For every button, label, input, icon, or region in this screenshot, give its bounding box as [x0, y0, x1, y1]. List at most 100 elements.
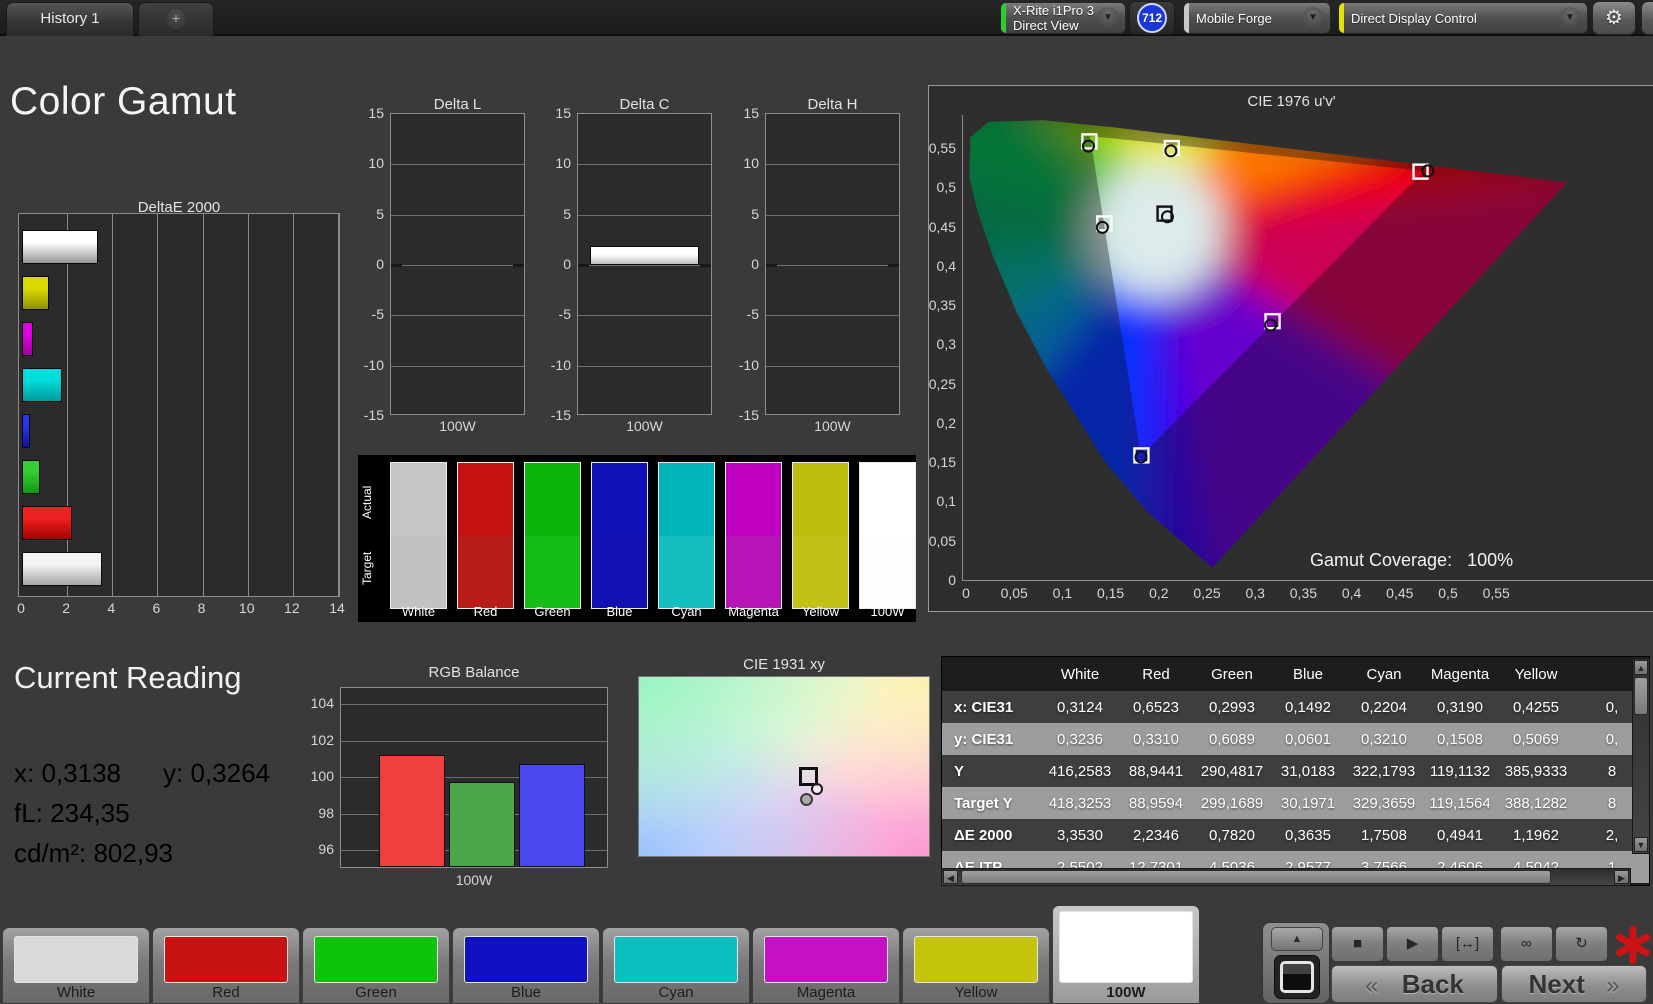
cell: 0,4255 [1498, 691, 1574, 723]
table-vertical-scrollbar[interactable]: ▲ ▼ [1632, 658, 1650, 854]
back-button[interactable]: « Back [1331, 965, 1498, 1003]
zero-mark [700, 264, 711, 267]
source-dropdown[interactable]: Mobile Forge ▼ [1183, 2, 1331, 34]
table-horizontal-scrollbar[interactable]: ◀ ▶ [941, 868, 1631, 886]
cell: 88,9441 [1118, 755, 1194, 787]
pattern-button-100w[interactable]: 100W [1052, 905, 1200, 1004]
display-control-status-stripe [1339, 3, 1344, 33]
scroll-down-icon[interactable]: ▼ [1634, 837, 1648, 852]
display-control-dropdown[interactable]: Direct Display Control ▼ [1338, 2, 1588, 34]
meter-count-badge[interactable]: 712 [1129, 1, 1175, 35]
clipped-toolbar-button[interactable] [1641, 1, 1653, 35]
rgb-bar-red [379, 755, 445, 867]
actual-swatch [592, 463, 647, 536]
tab-history-1[interactable]: History 1 [6, 2, 134, 36]
collapse-deck-button[interactable]: ▲ [1271, 927, 1323, 951]
table-header-red: Red [1118, 657, 1194, 691]
pattern-button-magenta[interactable]: Magenta [752, 927, 900, 1004]
swatch-column-red [457, 462, 514, 609]
gridline [391, 315, 524, 316]
delta-xlabel: 100W [390, 418, 525, 434]
row-label: x: CIE31 [942, 691, 1042, 723]
table-header-green: Green [1194, 657, 1270, 691]
cie-1976-y-tick-label: 0,55 [898, 140, 956, 156]
pattern-button-red[interactable]: Red [152, 927, 300, 1004]
gridline [293, 214, 294, 596]
stop-button[interactable]: ■ [1331, 926, 1384, 962]
pattern-swatch [614, 936, 738, 983]
refresh-button[interactable]: ↻ [1555, 926, 1608, 962]
pattern-button-white[interactable]: White [2, 927, 150, 1004]
delta-y-tick-label: -15 [535, 407, 571, 423]
delta-chart-delta-l [390, 113, 525, 415]
table-header-blue: Blue [1270, 657, 1346, 691]
pattern-swatch [314, 936, 438, 983]
delta-e-x-tick-label: 14 [329, 600, 345, 616]
pattern-button-yellow[interactable]: Yellow [902, 927, 1050, 1004]
pattern-label: White [3, 984, 149, 1001]
gridline [391, 215, 524, 216]
target-swatch [525, 536, 580, 609]
pattern-size-button[interactable]: [↔] [1441, 926, 1494, 962]
gridline [578, 265, 711, 266]
next-chevrons-icon: » [1606, 972, 1619, 999]
actual-swatch [659, 463, 714, 536]
pattern-swatch [14, 936, 138, 983]
gridline [391, 265, 524, 266]
pattern-button-blue[interactable]: Blue [452, 927, 600, 1004]
play-button[interactable]: ▶ [1386, 926, 1439, 962]
cell: 3,3530 [1042, 819, 1118, 851]
delta-y-tick-label: 0 [348, 256, 384, 272]
back-chevrons-icon: « [1365, 972, 1378, 999]
pattern-button-cyan[interactable]: Cyan [602, 927, 750, 1004]
cell: 0,0601 [1270, 723, 1346, 755]
rgb-y-tick-label: 102 [298, 732, 334, 748]
cell: 119,1564 [1422, 787, 1498, 819]
gridline [391, 164, 524, 165]
delta-y-tick-label: -15 [348, 407, 384, 423]
cell: 329,3659 [1346, 787, 1422, 819]
delta-chart-title: Delta H [765, 96, 900, 113]
cell: 2,2346 [1118, 819, 1194, 851]
scroll-left-icon[interactable]: ◀ [943, 870, 958, 884]
cie-1976-x-tick-label: 0,5 [1428, 585, 1468, 601]
meter-status-stripe [1001, 3, 1006, 33]
chevron-down-icon: ▼ [1097, 7, 1119, 29]
scroll-up-icon[interactable]: ▲ [1634, 660, 1648, 675]
cie-1976-y-tick-label: 0,1 [898, 493, 956, 509]
delta-y-tick-label: 15 [723, 105, 759, 121]
target-swatch [592, 536, 647, 609]
pattern-label: Red [153, 984, 299, 1001]
continuous-button[interactable]: ∞ [1500, 926, 1553, 962]
meter-mode: Direct View [1013, 18, 1094, 33]
delta-e-bar-cyan [22, 368, 62, 402]
pattern-button-green[interactable]: Green [302, 927, 450, 1004]
next-button[interactable]: Next » [1501, 965, 1647, 1003]
meter-dropdown[interactable]: X-Rite i1Pro 3 Direct View ▼ [1000, 2, 1126, 34]
vertical-scroll-thumb[interactable] [1634, 677, 1648, 715]
gridline [578, 366, 711, 367]
delta-e-bar-blue [22, 414, 30, 448]
cie-1976-x-tick-label: 0,15 [1091, 585, 1131, 601]
swatch-column-label: Magenta [725, 604, 782, 619]
add-tab-button[interactable]: + [138, 2, 214, 36]
pattern-swatch [1059, 911, 1193, 983]
pattern-window-icon [1280, 961, 1314, 993]
actual-swatch [458, 463, 513, 536]
cell: 299,1689 [1194, 787, 1270, 819]
delta-e-bar-yellow [22, 276, 49, 310]
target-row-label: Target [360, 535, 378, 601]
current-reading-title: Current Reading [14, 660, 241, 696]
cie-1976-axes [962, 115, 1653, 581]
swatch-column-label: Blue [591, 604, 648, 619]
settings-button[interactable]: ⚙ [1592, 1, 1636, 35]
row-label: ΔE 2000 [942, 819, 1042, 851]
pattern-window-button[interactable] [1274, 955, 1320, 999]
cell: 0,6523 [1118, 691, 1194, 723]
cie-1976-x-tick-label: 0 [946, 585, 986, 601]
delta-y-tick-label: 10 [535, 155, 571, 171]
horizontal-scroll-thumb[interactable] [961, 870, 1551, 884]
scroll-right-icon[interactable]: ▶ [1614, 870, 1629, 884]
reading-fl: fL: 234,35 [14, 798, 130, 829]
gear-icon: ⚙ [1605, 7, 1623, 29]
